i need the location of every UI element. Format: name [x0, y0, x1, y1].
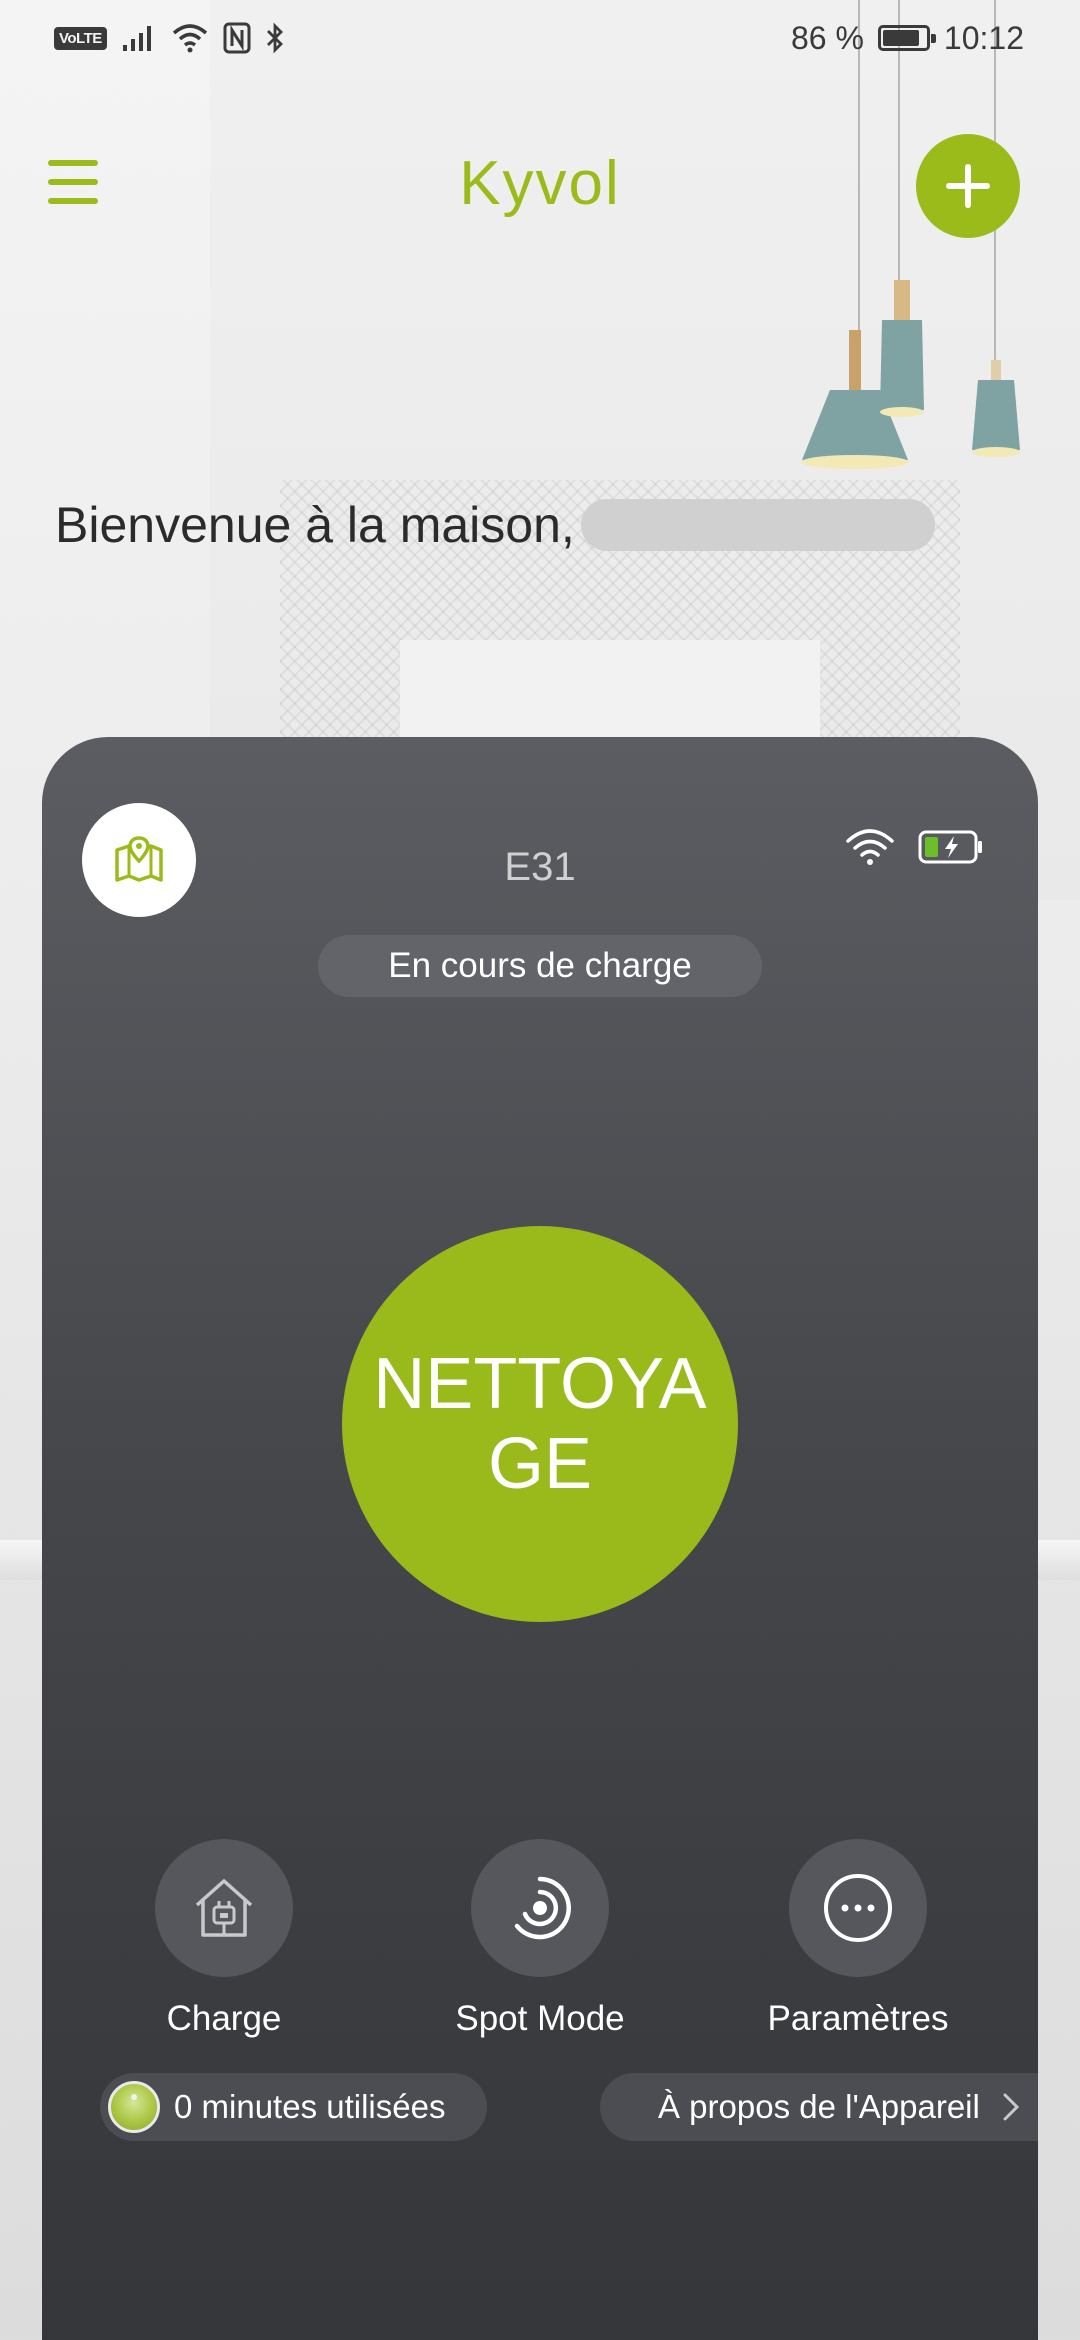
- signal-icon: [122, 26, 151, 51]
- status-bar-left: VoLTE: [54, 22, 285, 54]
- device-status-icons: [844, 827, 984, 867]
- status-bar-right: 86 % 10:12: [791, 20, 1024, 57]
- charge-label: Charge: [166, 1999, 282, 2038]
- welcome-message: Bienvenue à la maison,: [55, 496, 935, 554]
- spot-mode-icon: [514, 1876, 571, 1940]
- settings-label: Paramètres: [767, 1999, 949, 2038]
- charge-action[interactable]: Charge: [104, 1839, 344, 2039]
- volte-indicator: VoLTE: [54, 26, 107, 50]
- charge-button[interactable]: [155, 1839, 293, 1977]
- spot-mode-action[interactable]: Spot Mode: [420, 1839, 660, 2039]
- chevron-right-icon: [1003, 2093, 1019, 2121]
- device-card: E31 En cours de charge NETTOYAGE Charge: [42, 737, 1038, 2340]
- pendant-lamp-icon: [880, 280, 924, 417]
- wifi-icon: [172, 24, 207, 53]
- welcome-text: Bienvenue à la maison,: [55, 497, 575, 553]
- home-charge-icon: [195, 1879, 253, 1937]
- start-cleaning-button[interactable]: NETTOYAGE: [342, 1226, 738, 1622]
- pendant-lamp-icon: [972, 360, 1020, 457]
- spot-mode-button[interactable]: [471, 1839, 609, 1977]
- spot-mode-label: Spot Mode: [455, 1999, 625, 2038]
- redacted-username: [580, 499, 935, 551]
- settings-action[interactable]: Paramètres: [738, 1839, 978, 2039]
- clock: 10:12: [943, 19, 1024, 56]
- plus-icon: [946, 164, 990, 208]
- battery-percent: 86 %: [790, 19, 864, 56]
- device-status-badge: En cours de charge: [318, 935, 762, 997]
- battery-level-fill: [882, 30, 920, 46]
- battery-icon: [877, 25, 936, 51]
- status-bar: VoLTE 86 % 10:12: [0, 0, 1080, 76]
- usage-text: 0 minutes utilisées: [174, 2088, 446, 2125]
- charging-battery-icon: [918, 830, 982, 864]
- add-device-button[interactable]: [916, 134, 1020, 238]
- settings-button[interactable]: [789, 1839, 927, 1977]
- nfc-icon: [223, 22, 251, 54]
- more-options-icon: [824, 1874, 892, 1942]
- robot-vacuum-icon: [108, 2081, 160, 2133]
- usage-badge[interactable]: 0 minutes utilisées: [100, 2073, 488, 2141]
- wifi-icon: [846, 829, 894, 865]
- about-device-label: À propos de l'Appareil: [658, 2088, 980, 2125]
- about-device-button[interactable]: À propos de l'Appareil: [600, 2073, 1038, 2141]
- bluetooth-icon: [266, 22, 283, 54]
